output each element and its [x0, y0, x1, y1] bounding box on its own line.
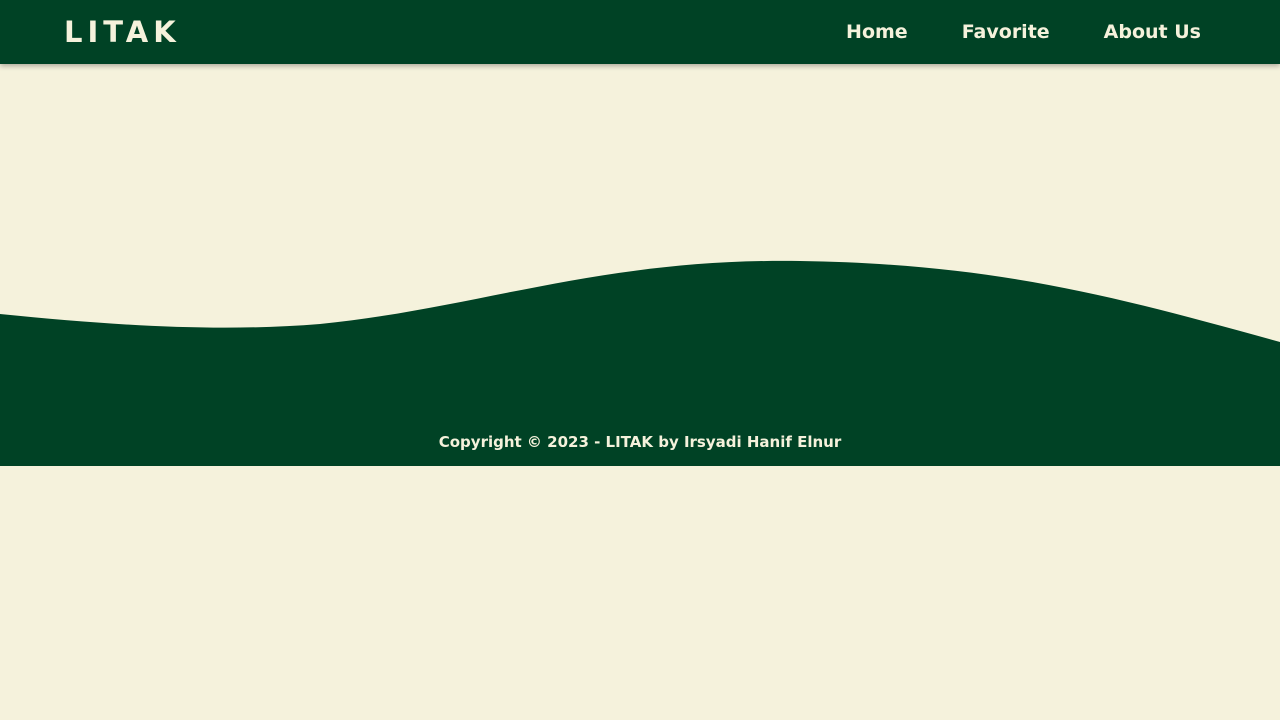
nav-link-home[interactable]: Home [846, 21, 908, 43]
nav-link-favorite[interactable]: Favorite [962, 21, 1050, 43]
brand-logo[interactable]: LITAK [64, 13, 181, 51]
nav-links: Home Favorite About Us [846, 0, 1201, 64]
nav-link-about-us[interactable]: About Us [1104, 21, 1201, 43]
navbar: LITAK Home Favorite About Us [0, 0, 1280, 64]
footer-copyright: Copyright © 2023 - LITAK by Irsyadi Hani… [438, 433, 842, 451]
footer: Copyright © 2023 - LITAK by Irsyadi Hani… [0, 258, 1280, 466]
